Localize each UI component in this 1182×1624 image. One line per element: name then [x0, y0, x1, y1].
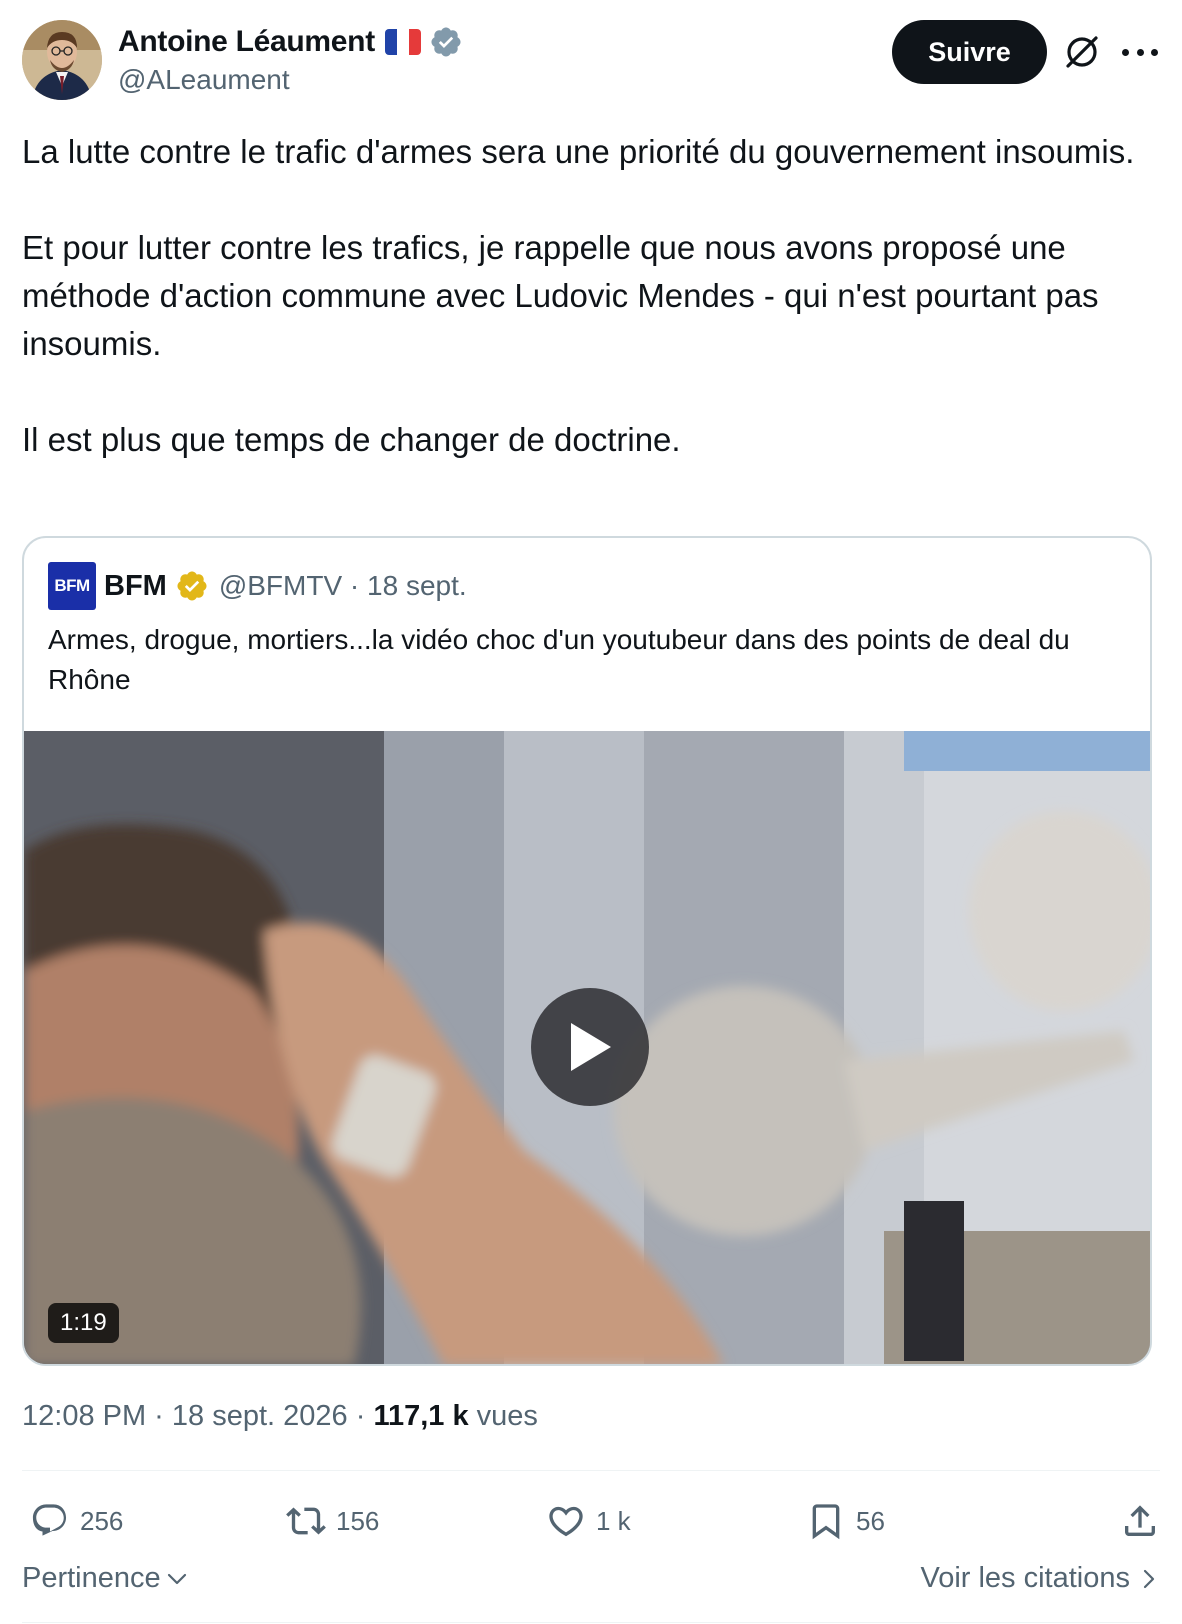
action-bar: 256 156 1 k 56 — [22, 1496, 1160, 1546]
quoted-tweet-text: Armes, drogue, mortiers...la vidéo choc … — [48, 624, 1070, 695]
like-count: 1 k — [596, 1505, 631, 1536]
more-options-icon[interactable] — [1122, 32, 1158, 72]
author-display-name[interactable]: Antoine Léaument — [118, 25, 375, 59]
divider — [22, 1622, 1160, 1623]
reply-button[interactable]: 256 — [30, 1496, 123, 1546]
sort-label: Pertinence — [22, 1562, 161, 1594]
quoted-tweet[interactable]: BFM BFM @BFMTV · 18 sept. Armes, drogue,… — [22, 536, 1152, 1366]
quoted-tweet-header: BFM BFM @BFMTV · 18 sept. — [48, 562, 467, 610]
chevron-right-icon — [1143, 1569, 1155, 1588]
bfm-logo: BFM — [48, 562, 96, 610]
video-thumbnail[interactable]: 1:19 — [24, 731, 1150, 1364]
view-quotes-link[interactable]: Voir les citations — [920, 1562, 1160, 1595]
bookmark-count: 56 — [856, 1505, 885, 1536]
reply-count: 256 — [80, 1505, 124, 1536]
repost-icon — [286, 1507, 326, 1535]
verified-badge-icon[interactable] — [429, 25, 463, 59]
tweet-meta: 12:08 PM · 18 sept. 2026 · 117,1 k vues — [22, 1400, 538, 1433]
repost-count: 156 — [336, 1505, 380, 1536]
tweet-paragraph: Il est plus que temps de changer de doct… — [22, 421, 681, 458]
views-label: vues — [468, 1400, 538, 1432]
grok-icon[interactable] — [1062, 32, 1102, 72]
heart-icon — [549, 1506, 583, 1537]
quoted-author-name: BFM — [104, 569, 167, 602]
sort-dropdown[interactable]: Pertinence — [22, 1562, 189, 1595]
view-quotes-label: Voir les citations — [920, 1562, 1130, 1594]
video-duration: 1:19 — [48, 1303, 119, 1343]
bookmark-button[interactable]: 56 — [806, 1496, 885, 1546]
quoted-handle-date: @BFMTV · 18 sept. — [218, 570, 467, 601]
tweet-paragraph: Et pour lutter contre les trafics, je ra… — [22, 229, 1099, 362]
tweet-header: Antoine Léaument @ALeaument Suivre — [22, 20, 1160, 100]
author-handle[interactable]: @ALeaument — [118, 64, 290, 96]
gold-verified-badge-icon — [177, 571, 207, 601]
share-icon — [1125, 1505, 1155, 1536]
france-flag-icon — [384, 29, 421, 55]
author-avatar[interactable] — [22, 20, 102, 100]
reply-icon — [32, 1504, 67, 1536]
divider — [22, 1470, 1160, 1471]
tweet-paragraph: La lutte contre le trafic d'armes sera u… — [22, 133, 1135, 170]
bookmark-icon — [812, 1504, 840, 1540]
views-count: 117,1 k — [373, 1400, 469, 1432]
play-button[interactable] — [531, 988, 649, 1106]
follow-button[interactable]: Suivre — [892, 20, 1047, 84]
author-name-row: Antoine Léaument — [118, 22, 463, 62]
tweet-text: La lutte contre le trafic d'armes sera u… — [22, 128, 1160, 464]
repost-button[interactable]: 156 — [286, 1496, 379, 1546]
chevron-down-icon — [167, 1573, 186, 1584]
share-button[interactable] — [1120, 1496, 1160, 1546]
tweet-timestamp[interactable]: 12:08 PM · 18 sept. 2026 · — [22, 1400, 373, 1432]
play-icon — [571, 1023, 611, 1071]
like-button[interactable]: 1 k — [546, 1496, 631, 1546]
